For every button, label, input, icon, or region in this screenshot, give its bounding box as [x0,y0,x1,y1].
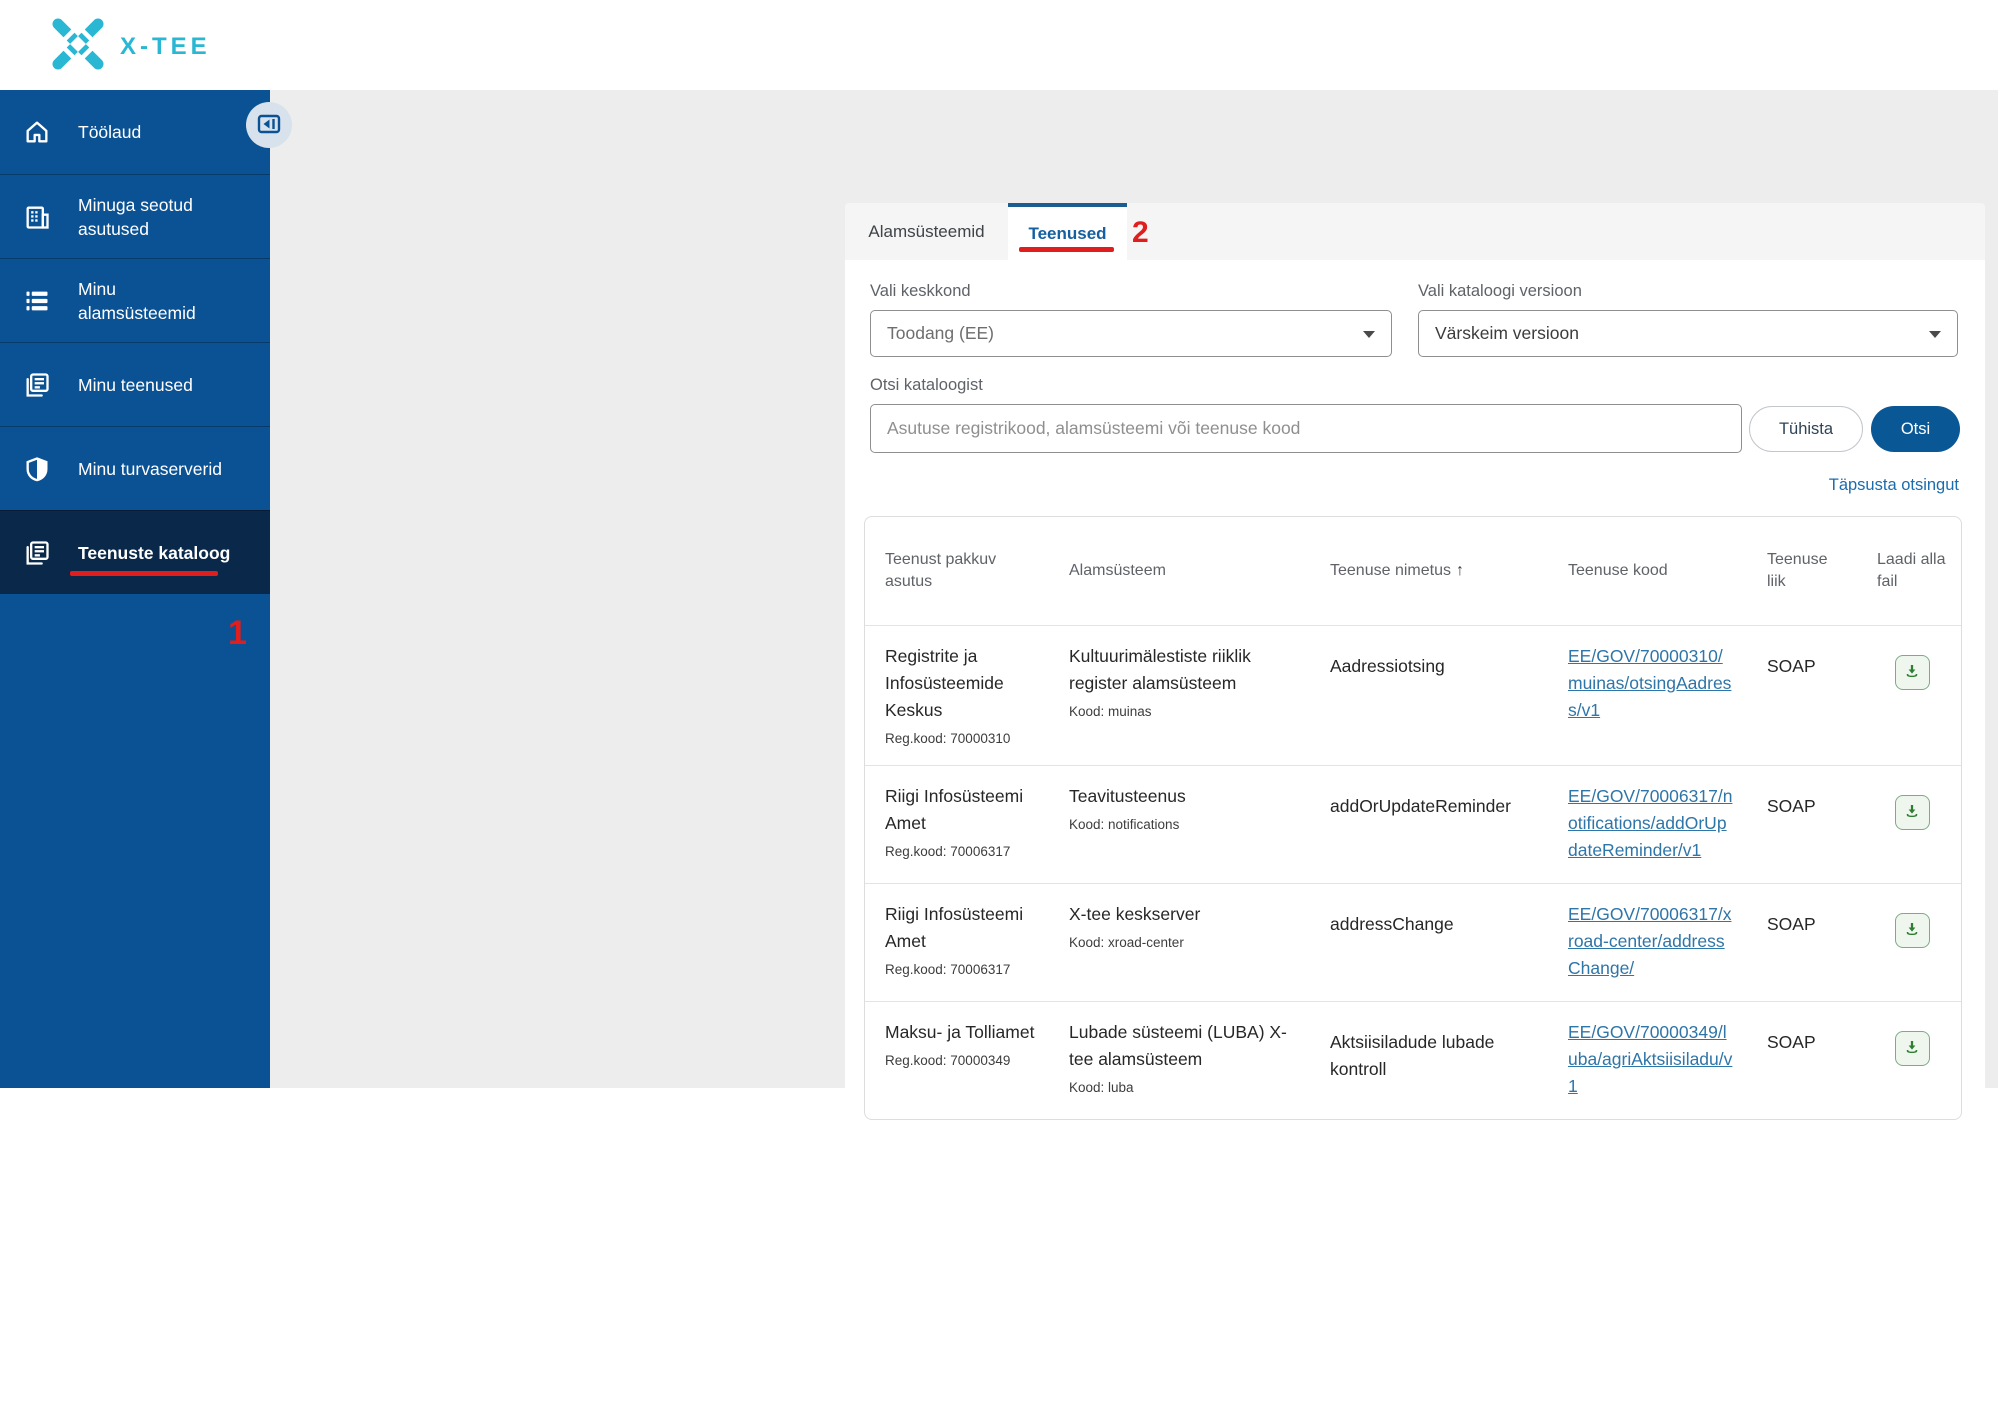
subsystem-name: Teavitusteenus [1069,786,1186,806]
annotation-step-2: 2 [1132,216,1149,249]
provider-name: Registrite ja Infosüsteemide Keskus [885,646,1004,720]
building-icon [22,202,52,232]
tab-alamsusteemid[interactable]: Alamsüsteemid [845,203,1008,260]
chevron-down-icon [1363,331,1375,338]
download-file-button[interactable] [1894,795,1930,830]
environment-select-value: Toodang (EE) [887,323,995,343]
sidebar-item-label: Minuga seotud asutused [78,194,193,239]
header-service-type: Teenuse liik [1767,551,1828,590]
header-subsystem: Alamsüsteem [1069,562,1166,579]
service-type: SOAP [1767,656,1816,676]
download-icon [1903,802,1921,823]
sidebar-item-teenuste-kataloog[interactable]: Teenuste kataloog [0,510,270,594]
table-row: Maksu- ja Tolliamet Reg.kood: 70000349 L… [865,1001,1961,1119]
environment-select[interactable]: Toodang (EE) [870,310,1392,357]
clear-button[interactable]: Tühista [1749,406,1863,452]
services-document-icon [22,370,52,400]
provider-reg-code: Reg.kood: 70000349 [885,1053,1011,1068]
subsystem-list-icon [22,286,52,316]
table-row: Riigi Infosüsteemi Amet Reg.kood: 700063… [865,883,1961,1001]
catalog-version-label: Vali kataloogi versioon [1418,282,1582,300]
environment-label: Vali keskkond [870,282,971,300]
download-file-button[interactable] [1894,1031,1930,1066]
xtee-logo-icon [50,16,106,77]
tab-label: Teenused [1028,223,1107,243]
tab-teenused[interactable]: Teenused [1008,203,1127,260]
sidebar-item-minu-teenused[interactable]: Minu teenused [0,342,270,426]
catalog-card: Alamsüsteemid Teenused 2 Vali keskkond T… [845,203,1985,1403]
subsystem-name: Kultuurimälestiste riiklik register alam… [1069,646,1251,693]
sidebar-item-toolaud[interactable]: Töölaud [0,90,270,174]
main-content: Teenuste kataloog Alamsüsteemid Teenused… [270,90,1998,1400]
sidebar-item-label: Minu turvaserverid [78,458,222,479]
provider-reg-code: Reg.kood: 70006317 [885,844,1011,859]
service-code-link[interactable]: EE/GOV/70006317/xroad-center/addressChan… [1568,901,1733,982]
annotation-step-1: 1 [228,614,247,652]
provider-reg-code: Reg.kood: 70000310 [885,731,1011,746]
subsystem-code: Kood: xroad-center [1069,935,1184,950]
service-code-link[interactable]: EE/GOV/70006317/notifications/addOrUpdat… [1568,783,1733,864]
search-input[interactable] [870,404,1742,453]
shield-icon [22,454,52,484]
search-label: Otsi kataloogist [870,376,983,394]
subsystem-name: Lubade süsteemi (LUBA) X-tee alamsüsteem [1069,1022,1287,1069]
chevron-down-icon [1929,331,1941,338]
sidebar-item-minu-turvaserverid[interactable]: Minu turvaserverid [0,426,270,510]
collapse-sidebar-button[interactable] [246,102,292,148]
subsystem-code: Kood: notifications [1069,817,1180,832]
service-name: addressChange [1330,914,1454,934]
tab-label: Alamsüsteemid [868,221,985,241]
sidebar: Töölaud Minuga seotud asutused Minu alam… [0,90,292,1088]
annotation-underline-1 [70,571,218,576]
header-service-name-sort[interactable]: Teenuse nimetus ↑ [1310,560,1548,582]
provider-name: Riigi Infosüsteemi Amet [885,786,1024,833]
services-table: Teenust pakkuv asutus Alamsüsteem Teenus… [864,516,1962,1120]
subsystem-code: Kood: muinas [1069,704,1152,719]
catalog-version-select-value: Värskeim versioon [1435,323,1579,343]
provider-reg-code: Reg.kood: 70006317 [885,962,1011,977]
download-file-button[interactable] [1894,655,1930,690]
top-header: X-TEE [0,0,1998,90]
sidebar-item-label: Teenuste kataloog [78,542,231,563]
tab-content: Vali keskkond Toodang (EE) Vali kataloog… [845,260,1985,1400]
catalog-version-select[interactable]: Värskeim versioon [1418,310,1958,357]
table-row: Registrite ja Infosüsteemide Keskus Reg.… [865,625,1961,765]
service-name: addOrUpdateReminder [1330,796,1511,816]
sidebar-item-label: Minu alamsüsteemid [78,278,196,323]
table-header-row: Teenust pakkuv asutus Alamsüsteem Teenus… [865,517,1961,625]
advanced-search-link[interactable]: Täpsusta otsingut [1829,476,1959,495]
service-name: Aadressiotsing [1330,656,1445,676]
service-code-link[interactable]: EE/GOV/70000310/muinas/otsingAadress/v1 [1568,643,1733,724]
provider-name: Riigi Infosüsteemi Amet [885,904,1024,951]
table-row: Riigi Infosüsteemi Amet Reg.kood: 700063… [865,765,1961,883]
header-download-file: Laadi alla fail [1877,551,1946,590]
download-icon [1903,662,1921,683]
header-provider: Teenust pakkuv asutus [885,551,997,590]
catalog-document-icon [22,538,52,568]
search-button[interactable]: Otsi [1871,406,1960,452]
collapse-sidebar-icon [256,111,282,140]
header-service-code: Teenuse kood [1568,562,1668,579]
tab-bar: Alamsüsteemid Teenused 2 [845,203,1985,260]
xtee-logo-text: X-TEE [120,32,211,60]
download-icon [1903,1038,1921,1059]
download-icon [1903,920,1921,941]
header-label: Teenuse nimetus [1330,562,1451,579]
annotation-underline-2 [1019,247,1114,252]
provider-name: Maksu- ja Tolliamet [885,1022,1035,1042]
home-icon [22,117,52,147]
subsystem-name: X-tee keskserver [1069,904,1201,924]
sort-ascending-icon: ↑ [1455,562,1464,579]
sidebar-item-minuga-seotud-asutused[interactable]: Minuga seotud asutused [0,174,270,258]
sidebar-item-label: Töölaud [78,122,142,142]
sidebar-item-minu-alamsusteemid[interactable]: Minu alamsüsteemid [0,258,270,342]
service-type: SOAP [1767,796,1816,816]
service-type: SOAP [1767,914,1816,934]
xtee-logo[interactable]: X-TEE [50,16,211,77]
sidebar-item-label: Minu teenused [78,374,193,395]
download-file-button[interactable] [1894,913,1930,948]
